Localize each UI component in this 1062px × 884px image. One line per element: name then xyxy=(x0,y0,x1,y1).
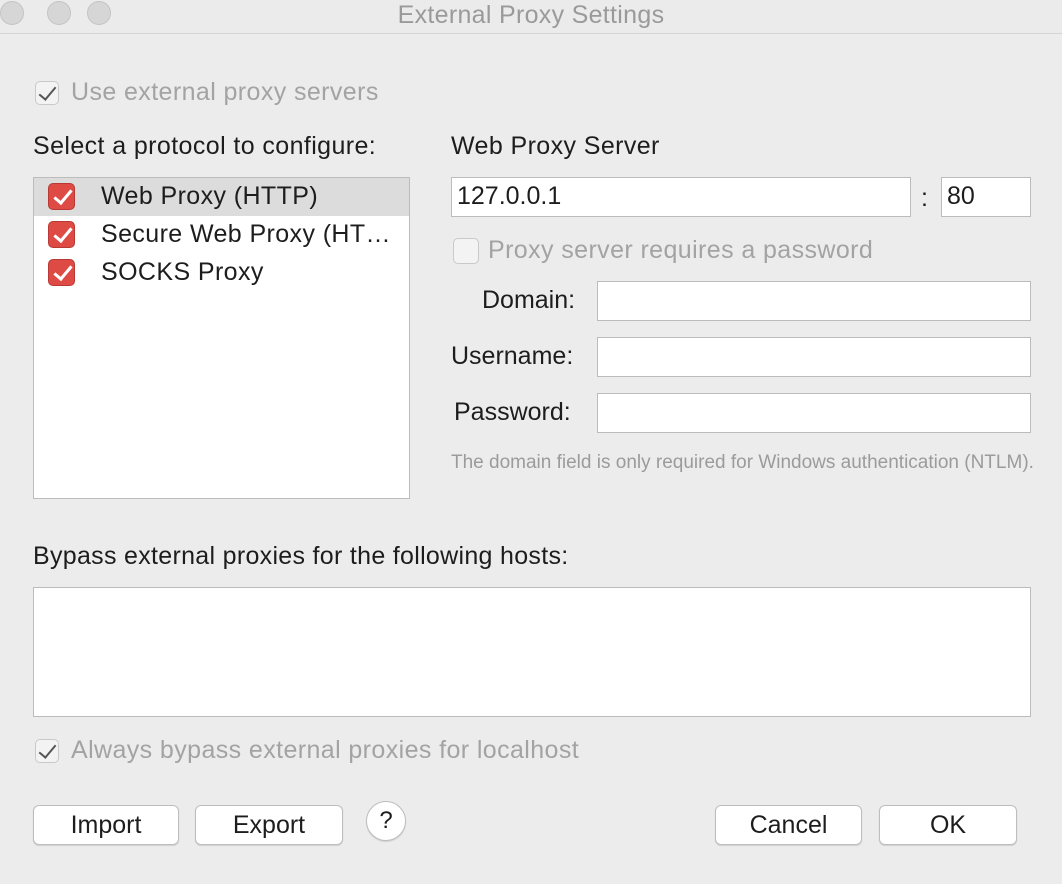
password-label: Password: xyxy=(454,398,571,426)
requires-password-checkbox[interactable] xyxy=(453,238,479,264)
protocol-list-heading: Select a protocol to configure: xyxy=(33,132,377,160)
protocol-list[interactable]: Web Proxy (HTTP) Secure Web Proxy (HT… S… xyxy=(33,177,410,499)
protocol-item-secure-web-proxy[interactable]: Secure Web Proxy (HT… xyxy=(34,216,409,254)
protocol-item-socks-proxy[interactable]: SOCKS Proxy xyxy=(34,254,409,292)
proxy-host-field[interactable]: 127.0.0.1 xyxy=(451,177,911,217)
requires-password-label: Proxy server requires a password xyxy=(488,236,874,264)
proxy-port-field[interactable]: 80 xyxy=(941,177,1031,217)
protocol-item-label: Web Proxy (HTTP) xyxy=(101,182,319,210)
host-port-separator: : xyxy=(921,184,928,212)
export-button[interactable]: Export xyxy=(195,805,343,845)
username-field[interactable] xyxy=(597,337,1031,377)
bypass-localhost-checkbox[interactable] xyxy=(35,739,59,763)
username-label: Username: xyxy=(451,342,574,370)
bypass-localhost-label: Always bypass external proxies for local… xyxy=(71,736,580,764)
title-bar: External Proxy Settings xyxy=(0,0,1062,34)
window-title: External Proxy Settings xyxy=(397,1,665,29)
bypass-heading: Bypass external proxies for the followin… xyxy=(33,542,569,570)
bypass-hosts-textarea[interactable] xyxy=(33,587,1031,717)
protocol-item-web-proxy-http[interactable]: Web Proxy (HTTP) xyxy=(34,178,409,216)
password-field[interactable] xyxy=(597,393,1031,433)
protocol-item-label: SOCKS Proxy xyxy=(101,258,264,286)
domain-label: Domain: xyxy=(482,286,576,314)
use-external-proxy-checkbox[interactable] xyxy=(35,81,59,105)
import-button[interactable]: Import xyxy=(33,805,179,845)
help-button[interactable]: ? xyxy=(366,801,406,841)
domain-note: The domain field is only required for Wi… xyxy=(451,452,1034,473)
cancel-button[interactable]: Cancel xyxy=(715,805,862,845)
socks-proxy-checkbox[interactable] xyxy=(48,259,75,286)
protocol-item-label: Secure Web Proxy (HT… xyxy=(101,220,391,248)
use-external-proxy-label: Use external proxy servers xyxy=(71,78,379,106)
domain-field[interactable] xyxy=(597,281,1031,321)
server-heading: Web Proxy Server xyxy=(451,132,660,160)
secure-web-proxy-checkbox[interactable] xyxy=(48,221,75,248)
web-proxy-http-checkbox[interactable] xyxy=(48,183,75,210)
ok-button[interactable]: OK xyxy=(879,805,1017,845)
